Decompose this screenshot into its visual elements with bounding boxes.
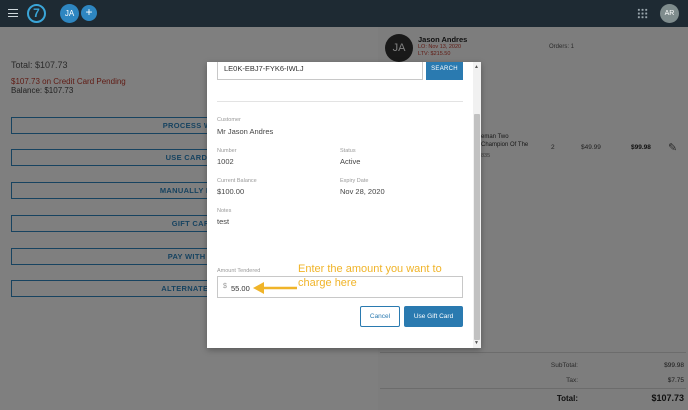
notes-value: test: [217, 217, 230, 226]
scroll-up-arrow-icon[interactable]: ▲: [474, 64, 479, 70]
modal-scrollbar[interactable]: ▲ ▼: [473, 62, 481, 348]
amount-tendered-label: Amount Tendered: [217, 268, 261, 274]
expiry-date-label: Expiry Date: [340, 178, 369, 184]
apps-grid-icon[interactable]: [637, 8, 648, 19]
currency-symbol: $: [223, 283, 227, 290]
amount-value: 55.00: [231, 284, 250, 293]
expiry-date-value: Nov 28, 2020: [340, 187, 385, 196]
instruction-annotation: Enter the amount you want to charge here: [298, 263, 442, 289]
number-value: 1002: [217, 157, 234, 166]
current-balance-label: Current Balance: [217, 178, 257, 184]
hamburger-menu-icon[interactable]: [8, 9, 18, 17]
current-customer-avatar[interactable]: JA: [60, 4, 79, 23]
use-gift-card-button[interactable]: Use Gift Card: [404, 306, 463, 327]
top-navigation-bar: 7 JA + AR: [0, 0, 688, 27]
gift-card-number-input[interactable]: LE0K-EBJ7-FYK6-IWLJ: [217, 62, 423, 80]
app-logo[interactable]: 7: [27, 4, 46, 23]
add-customer-button[interactable]: +: [81, 5, 97, 21]
scroll-down-arrow-icon[interactable]: ▼: [474, 340, 479, 346]
status-label: Status: [340, 148, 356, 154]
cancel-button[interactable]: Cancel: [360, 306, 400, 327]
gift-card-modal: LE0K-EBJ7-FYK6-IWLJ SEARCH Customer Mr J…: [207, 62, 481, 348]
notes-label: Notes: [217, 208, 232, 214]
status-value: Active: [340, 157, 361, 166]
customer-label: Customer: [217, 117, 241, 123]
number-label: Number: [217, 148, 237, 154]
search-button[interactable]: SEARCH: [426, 62, 463, 80]
current-balance-value: $100.00: [217, 187, 245, 196]
customer-value: Mr Jason Andres: [217, 127, 274, 136]
annotation-arrow-icon: [253, 282, 297, 294]
scroll-thumb[interactable]: [474, 114, 480, 340]
user-avatar[interactable]: AR: [660, 4, 679, 23]
modal-divider: [217, 101, 463, 102]
